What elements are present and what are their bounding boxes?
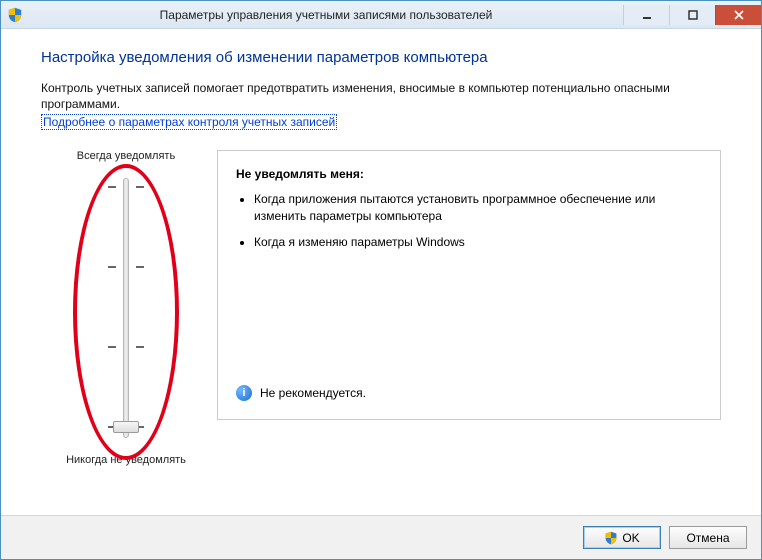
slider-tick (108, 346, 116, 348)
slider-tick (136, 186, 144, 188)
uac-slider[interactable] (123, 178, 129, 438)
description-list: Когда приложения пытаются установить про… (254, 191, 702, 250)
slider-thumb[interactable] (113, 421, 139, 433)
description-title: Не уведомлять меня: (236, 167, 702, 181)
slider-tick (136, 346, 144, 348)
learn-more-link[interactable]: Подробнее о параметрах контроля учетных … (41, 114, 337, 130)
uac-settings-window: Параметры управления учетными записями п… (0, 0, 762, 560)
recommendation-text: Не рекомендуется. (260, 386, 366, 400)
cancel-button-label: Отмена (686, 531, 729, 545)
content-area: Настройка уведомления об изменении парам… (1, 29, 761, 515)
window-buttons (623, 5, 761, 25)
titlebar: Параметры управления учетными записями п… (1, 1, 761, 29)
slider-tick (108, 186, 116, 188)
dialog-footer: OK Отмена (1, 515, 761, 559)
shield-icon (7, 7, 23, 23)
slider-tick (136, 266, 144, 268)
close-button[interactable] (715, 5, 761, 25)
ok-button-label: OK (622, 531, 639, 545)
info-icon: i (236, 385, 252, 401)
description-bullet: Когда я изменяю параметры Windows (254, 234, 702, 250)
description-box: Не уведомлять меня: Когда приложения пыт… (217, 150, 721, 420)
ok-button[interactable]: OK (583, 526, 661, 549)
slider-tick (108, 266, 116, 268)
cancel-button[interactable]: Отмена (669, 526, 747, 549)
page-heading: Настройка уведомления об изменении парам… (41, 49, 721, 66)
recommendation-row: i Не рекомендуется. (236, 385, 366, 401)
slider-top-label: Всегда уведомлять (41, 150, 211, 162)
description-bullet: Когда приложения пытаются установить про… (254, 191, 702, 223)
maximize-button[interactable] (669, 5, 715, 25)
intro-text: Контроль учетных записей помогает предот… (41, 80, 721, 112)
window-title: Параметры управления учетными записями п… (29, 8, 623, 22)
slider-column: Всегда уведомлять Никогда не уведомлять (41, 150, 211, 466)
minimize-button[interactable] (623, 5, 669, 25)
shield-icon (604, 531, 618, 545)
slider-track-wrap (41, 168, 211, 448)
slider-bottom-label: Никогда не уведомлять (41, 454, 211, 466)
